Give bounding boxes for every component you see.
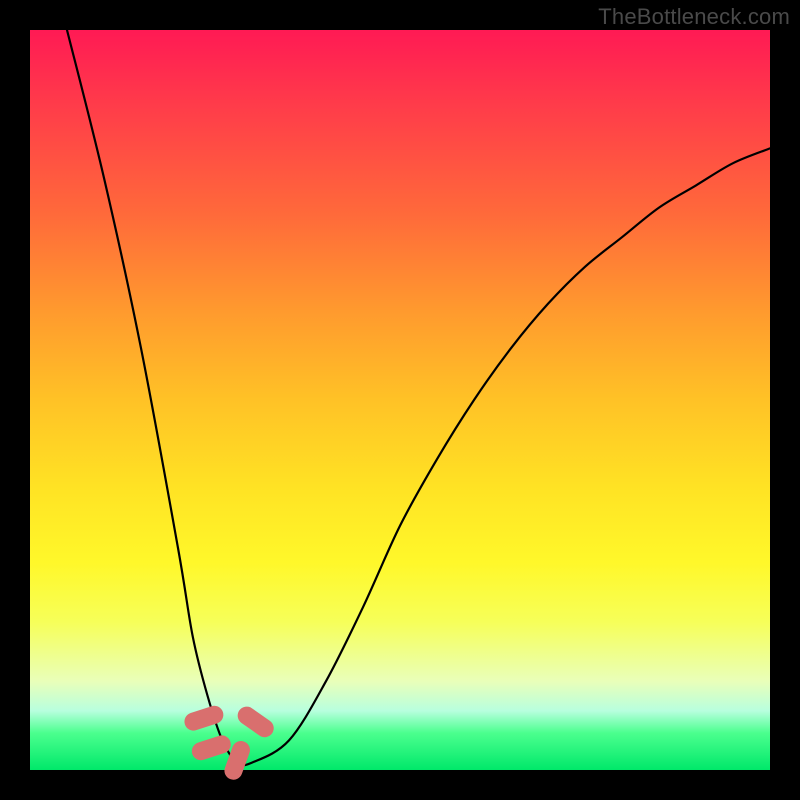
bottleneck-curve	[67, 30, 770, 765]
pill-upper-right	[234, 703, 277, 741]
plot-area	[30, 30, 770, 770]
marker-group	[182, 703, 277, 782]
curve-group	[67, 30, 770, 765]
chart-frame: TheBottleneck.com	[0, 0, 800, 800]
watermark-text: TheBottleneck.com	[598, 4, 790, 30]
pill-left-lower	[189, 733, 233, 762]
plot-svg	[30, 30, 770, 770]
pill-left-upper	[182, 703, 226, 732]
